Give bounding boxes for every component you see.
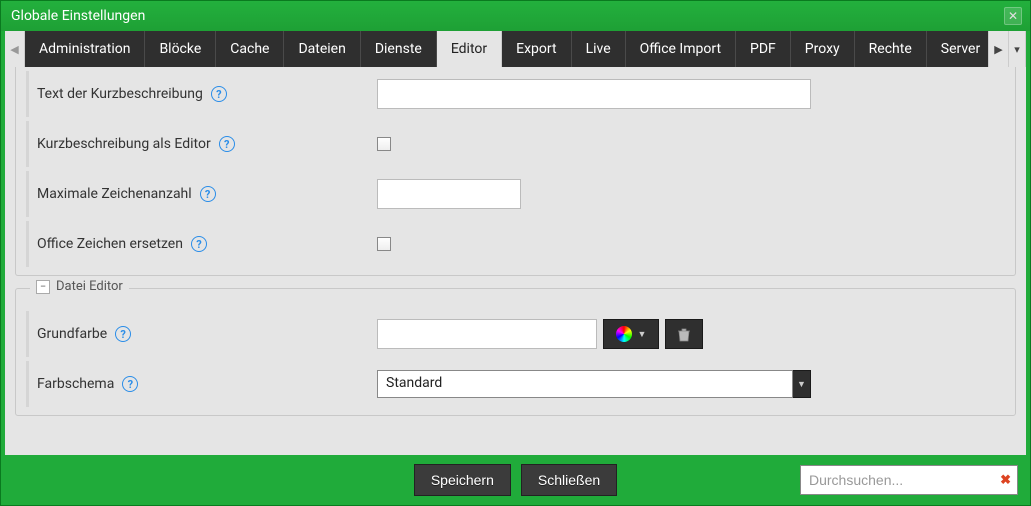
row-office-zeichen: Office Zeichen ersetzen ? <box>26 221 1005 267</box>
footer-bar: Speichern Schließen ✖ <box>1 455 1030 505</box>
tab-export[interactable]: Export <box>502 31 571 67</box>
tab-editor[interactable]: Editor <box>437 31 502 67</box>
help-icon[interactable]: ? <box>115 326 131 342</box>
legend-datei-editor: − Datei Editor <box>30 279 129 294</box>
tab-dienste[interactable]: Dienste <box>361 31 437 67</box>
clear-search-icon[interactable]: ✖ <box>1000 473 1011 488</box>
save-button[interactable]: Speichern <box>414 464 511 496</box>
tab-scroll-right-icon[interactable]: ▶ <box>988 31 1008 67</box>
collapse-toggle-icon[interactable]: − <box>36 280 50 294</box>
close-button[interactable]: Schließen <box>521 464 617 496</box>
label-grundfarbe: Grundfarbe ? <box>37 326 377 342</box>
chevron-down-icon: ▼ <box>793 370 811 398</box>
settings-window: Globale Einstellungen ✕ ◀ Administration… <box>0 0 1031 506</box>
tab-cache[interactable]: Cache <box>216 31 284 67</box>
tab-pdf[interactable]: PDF <box>736 31 791 67</box>
tab-dateien[interactable]: Dateien <box>284 31 360 67</box>
color-wheel-icon <box>616 326 632 342</box>
search-box: ✖ <box>800 465 1018 495</box>
help-icon[interactable]: ? <box>211 86 227 102</box>
tab-administration[interactable]: Administration <box>25 31 145 67</box>
window-title: Globale Einstellungen <box>11 8 1004 24</box>
input-grundfarbe[interactable] <box>377 319 597 349</box>
help-icon[interactable]: ? <box>191 236 207 252</box>
input-text-kurzbeschreibung[interactable] <box>377 79 811 109</box>
titlebar: Globale Einstellungen ✕ <box>1 1 1030 31</box>
trash-icon <box>677 327 691 342</box>
content-area: Text der Kurzbeschreibung ? Kurzbeschrei… <box>5 67 1026 455</box>
help-icon[interactable]: ? <box>200 186 216 202</box>
tab-rechte[interactable]: Rechte <box>855 31 927 67</box>
search-input[interactable] <box>809 472 1000 488</box>
close-icon[interactable]: ✕ <box>1004 7 1022 25</box>
tab-live[interactable]: Live <box>572 31 626 67</box>
checkbox-office-zeichen[interactable] <box>377 237 391 251</box>
tab-bloecke[interactable]: Blöcke <box>145 31 216 67</box>
select-farbschema[interactable]: Standard ▼ <box>377 370 811 398</box>
help-icon[interactable]: ? <box>219 136 235 152</box>
row-farbschema: Farbschema ? Standard ▼ <box>26 361 1005 407</box>
tab-bar: ◀ Administration Blöcke Cache Dateien Di… <box>5 31 1026 67</box>
label-kurzbeschreibung-editor: Kurzbeschreibung als Editor ? <box>37 136 377 152</box>
checkbox-kurzbeschreibung-editor[interactable] <box>377 137 391 151</box>
input-max-zeichenanzahl[interactable] <box>377 179 521 209</box>
tabs-container: Administration Blöcke Cache Dateien Dien… <box>25 31 988 67</box>
fieldset-datei-editor: − Datei Editor Grundfarbe ? ▼ <box>15 288 1016 416</box>
tab-scroll-left-icon[interactable]: ◀ <box>5 31 25 67</box>
clear-color-button[interactable] <box>665 319 703 349</box>
tab-office-import[interactable]: Office Import <box>626 31 736 67</box>
tab-server[interactable]: Server <box>927 31 988 67</box>
label-farbschema: Farbschema ? <box>37 376 377 392</box>
label-text-kurzbeschreibung: Text der Kurzbeschreibung ? <box>37 86 377 102</box>
row-kurzbeschreibung-editor: Kurzbeschreibung als Editor ? <box>26 121 1005 167</box>
tab-dropdown-icon[interactable]: ▾ <box>1008 31 1026 67</box>
row-text-kurzbeschreibung: Text der Kurzbeschreibung ? <box>26 71 1005 117</box>
label-max-zeichenanzahl: Maximale Zeichenanzahl ? <box>37 186 377 202</box>
select-farbschema-value: Standard <box>377 370 793 398</box>
fieldset-kurzbeschreibung: Text der Kurzbeschreibung ? Kurzbeschrei… <box>15 67 1016 276</box>
chevron-down-icon: ▼ <box>638 329 647 340</box>
label-office-zeichen: Office Zeichen ersetzen ? <box>37 236 377 252</box>
row-max-zeichenanzahl: Maximale Zeichenanzahl ? <box>26 171 1005 217</box>
color-picker-button[interactable]: ▼ <box>603 319 659 349</box>
help-icon[interactable]: ? <box>122 376 138 392</box>
row-grundfarbe: Grundfarbe ? ▼ <box>26 311 1005 357</box>
tab-proxy[interactable]: Proxy <box>791 31 855 67</box>
